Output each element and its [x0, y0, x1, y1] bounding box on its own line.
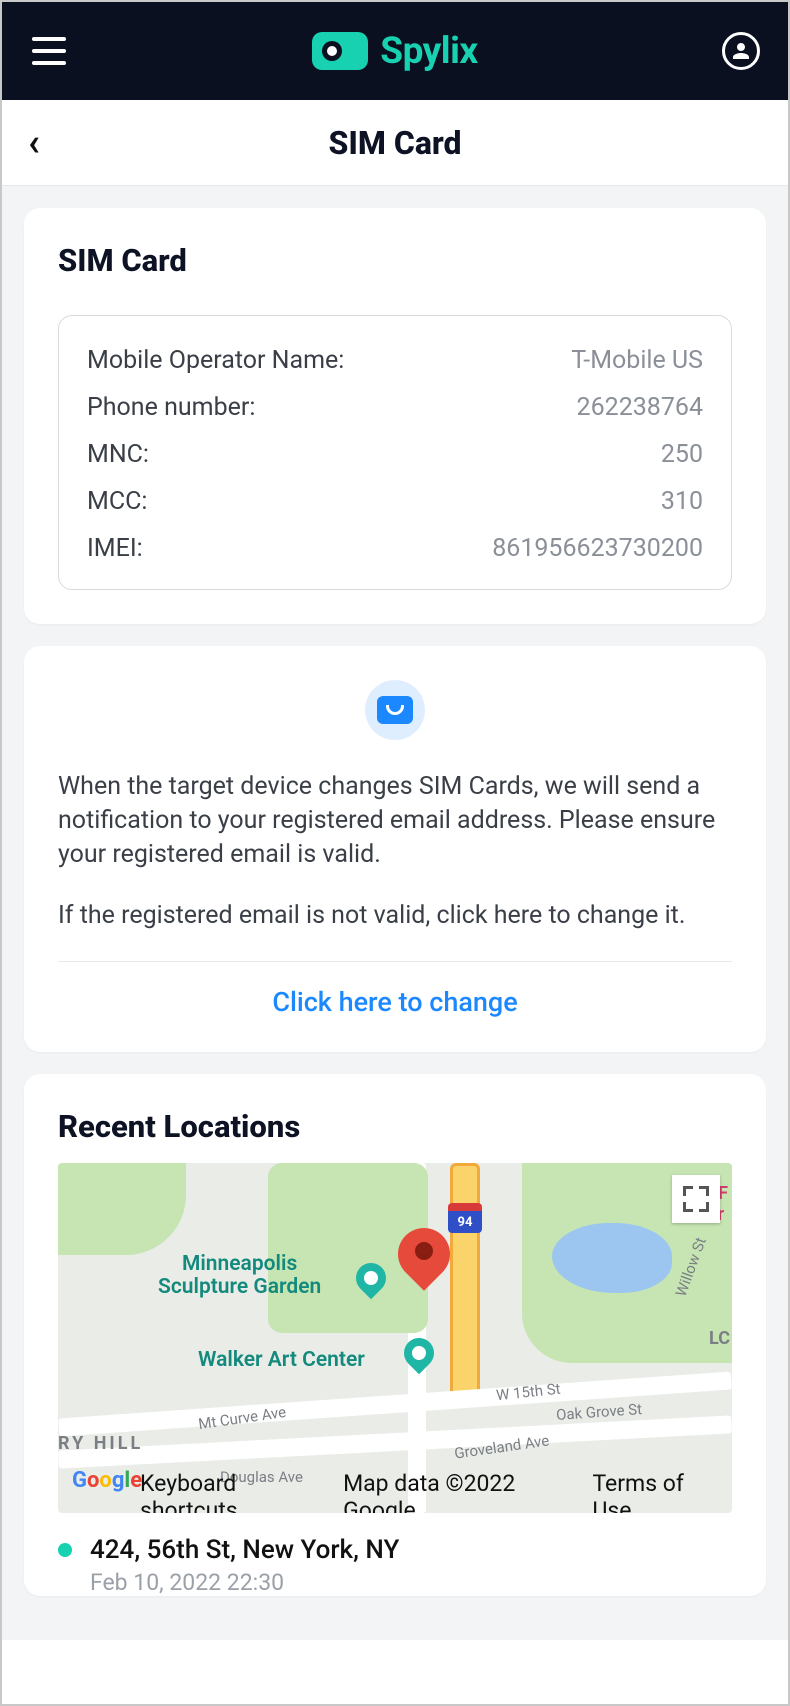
- page-content: SIM Card Mobile Operator Name: T-Mobile …: [2, 186, 788, 1640]
- sim-value: 250: [661, 440, 703, 469]
- sim-card-heading: SIM Card: [58, 242, 732, 279]
- sim-card-panel: SIM Card Mobile Operator Name: T-Mobile …: [24, 208, 766, 624]
- mail-icon: [365, 680, 425, 740]
- sim-label: IMEI:: [87, 534, 143, 563]
- top-app-bar: Spylix: [2, 2, 788, 100]
- brand-name: Spylix: [380, 30, 477, 73]
- notification-panel: When the target device changes SIM Cards…: [24, 646, 766, 1052]
- brand-logo[interactable]: Spylix: [312, 30, 477, 73]
- sim-row-imei: IMEI: 861956623730200: [87, 534, 703, 563]
- map-keyboard-shortcuts-link[interactable]: Keyboard shortcuts: [140, 1470, 321, 1513]
- hamburger-menu-icon[interactable]: [30, 32, 68, 70]
- notification-text-1: When the target device changes SIM Cards…: [58, 770, 732, 871]
- recent-locations-heading: Recent Locations: [58, 1108, 732, 1145]
- sim-row-phone: Phone number: 262238764: [87, 393, 703, 422]
- account-icon[interactable]: [722, 32, 760, 70]
- sim-value: 262238764: [577, 393, 703, 422]
- recent-locations-panel: Recent Locations 94 Minneapolis Sculptur…: [24, 1074, 766, 1596]
- map-background: 94 Minneapolis Sculpture Garden Walker A…: [58, 1163, 732, 1513]
- sim-label: MNC:: [87, 440, 149, 469]
- sim-value: 310: [661, 487, 703, 516]
- map-fullscreen-button[interactable]: [672, 1175, 720, 1223]
- sim-info-box: Mobile Operator Name: T-Mobile US Phone …: [58, 315, 732, 590]
- map-attribution-text: Map data ©2022 Google: [343, 1470, 570, 1513]
- location-list-item[interactable]: 424, 56th St, New York, NY Feb 10, 2022 …: [58, 1513, 732, 1596]
- map-marker-icon: [398, 1228, 450, 1298]
- sim-value: 861956623730200: [492, 534, 703, 563]
- sim-label: MCC:: [87, 487, 147, 516]
- mail-icon-wrap: [58, 680, 732, 740]
- map-terms-link[interactable]: Terms of Use: [592, 1470, 716, 1513]
- location-address: 424, 56th St, New York, NY: [90, 1535, 399, 1565]
- map-attribution-bar: Keyboard shortcuts Map data ©2022 Google…: [58, 1483, 732, 1513]
- map-poi-label: Walker Art Center: [198, 1348, 365, 1372]
- sim-value: T-Mobile US: [571, 346, 703, 375]
- back-chevron-icon[interactable]: ‹: [28, 121, 40, 165]
- map-truncated-label: LC: [709, 1328, 730, 1349]
- highway-shield-icon: 94: [448, 1203, 482, 1233]
- logo-mark-icon: [312, 32, 368, 70]
- divider: [58, 961, 732, 962]
- location-timestamp: Feb 10, 2022 22:30: [90, 1569, 399, 1596]
- notification-text-2: If the registered email is not valid, cl…: [58, 899, 732, 933]
- change-email-link[interactable]: Click here to change: [58, 986, 732, 1018]
- page-title: SIM Card: [2, 124, 788, 162]
- location-dot-icon: [58, 1543, 72, 1557]
- sim-label: Phone number:: [87, 393, 255, 422]
- sim-row-mnc: MNC: 250: [87, 440, 703, 469]
- map-poi-label: Minneapolis Sculpture Garden: [158, 1253, 321, 1299]
- sim-label: Mobile Operator Name:: [87, 346, 344, 375]
- sim-row-mcc: MCC: 310: [87, 487, 703, 516]
- page-title-bar: ‹ SIM Card: [2, 100, 788, 186]
- map[interactable]: 94 Minneapolis Sculpture Garden Walker A…: [58, 1163, 732, 1513]
- sim-row-operator: Mobile Operator Name: T-Mobile US: [87, 346, 703, 375]
- map-neighborhood-label: RY HILL: [58, 1433, 143, 1454]
- fullscreen-icon: [683, 1186, 709, 1212]
- map-poi-pin-icon: [398, 1332, 440, 1374]
